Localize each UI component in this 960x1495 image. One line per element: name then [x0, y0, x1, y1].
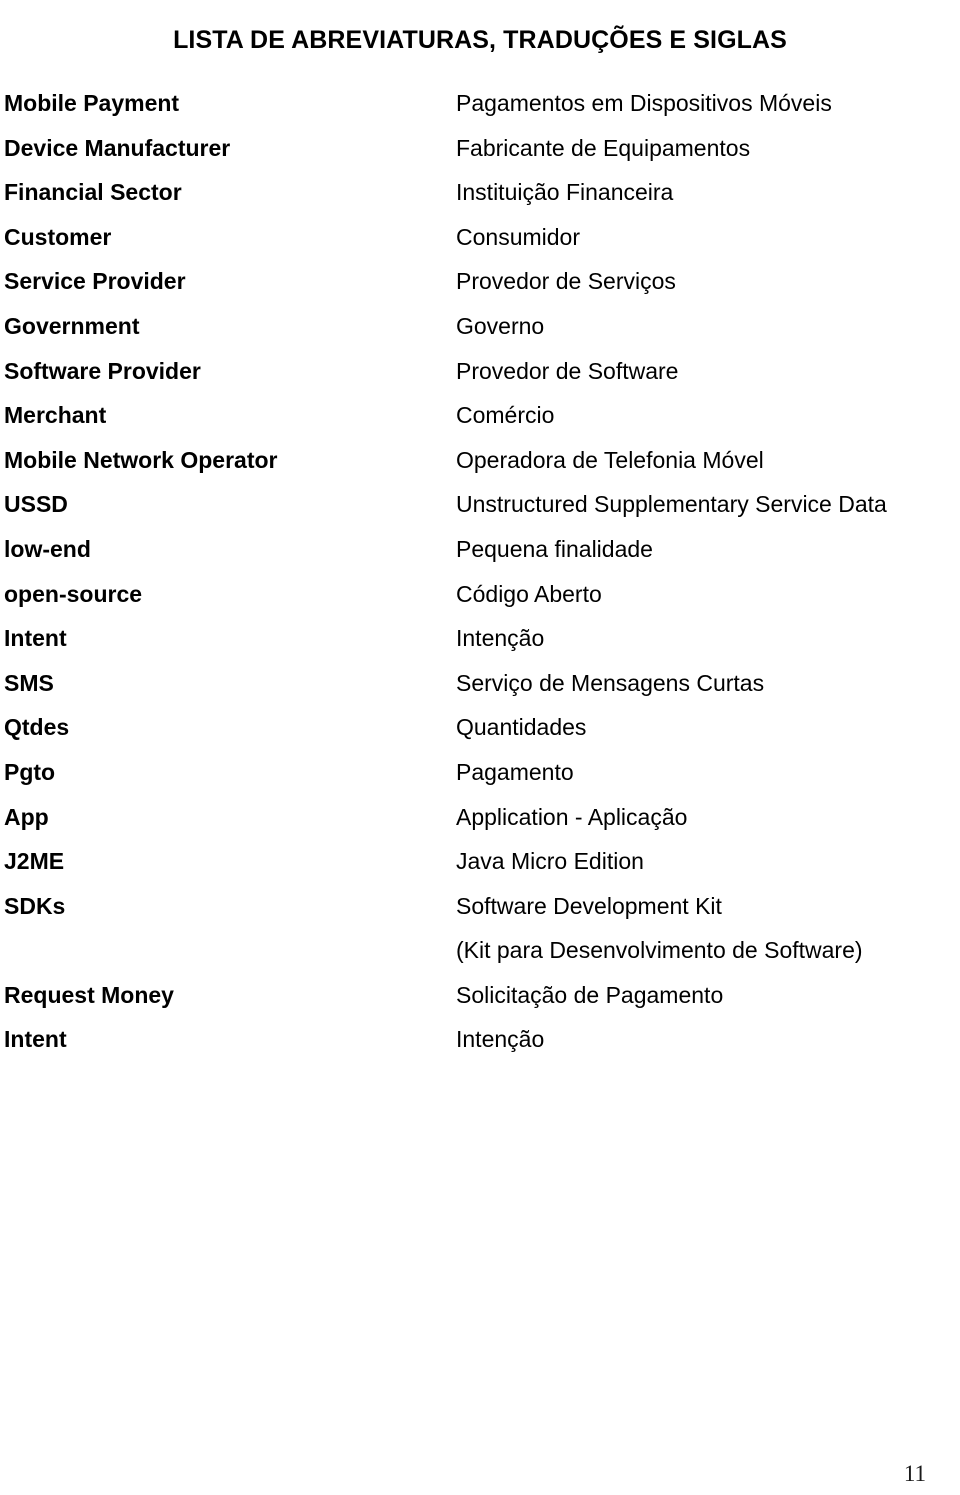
glossary-row: Intent Intenção [0, 1024, 960, 1069]
glossary-term: Government [4, 312, 140, 339]
glossary-row: Qtdes Quantidades [0, 712, 960, 757]
page-number: 11 [903, 1461, 926, 1486]
glossary-row: App Application - Aplicação [0, 802, 960, 847]
glossary-term: low-end [4, 535, 91, 562]
glossary-row: SMS Serviço de Mensagens Curtas [0, 668, 960, 713]
glossary-definition: Provedor de Software [456, 357, 679, 384]
glossary-term: Qtdes [4, 714, 70, 741]
glossary-definition: Solicitação de Pagamento [456, 981, 724, 1008]
glossary-definition: Instituição Financeira [456, 179, 674, 206]
glossary-row: Intent Intenção [0, 623, 960, 668]
glossary-row: Pgto Pagamento [0, 757, 960, 802]
glossary-row: Service Provider Provedor de Serviços [0, 266, 960, 311]
glossary-term: Intent [4, 625, 67, 652]
glossary-row: SDKs Software Development Kit [0, 891, 960, 936]
glossary-definition: Serviço de Mensagens Curtas [456, 669, 765, 696]
glossary-row: Request Money Solicitação de Pagamento [0, 980, 960, 1025]
glossary-term: Customer [4, 223, 112, 250]
glossary-definition: Unstructured Supplementary Service Data [456, 491, 887, 518]
glossary-term: SMS [4, 669, 54, 696]
glossary-row: (Kit para Desenvolvimento de Software) [0, 935, 960, 980]
glossary-definition: Pagamentos em Dispositivos Móveis [456, 90, 832, 116]
glossary-definition: Application - Aplicação [456, 803, 688, 830]
glossary-term: Mobile Network Operator [4, 446, 278, 473]
glossary-term: open-source [4, 580, 143, 607]
glossary-row: Device Manufacturer Fabricante de Equipam… [0, 133, 960, 178]
glossary-definition: Java Micro Edition [456, 848, 644, 875]
glossary-definition: Intenção [456, 1026, 545, 1053]
glossary-definition: Software Development Kit [456, 892, 722, 919]
glossary-term: Pgto [4, 758, 56, 785]
glossary-term: Software Provider [4, 357, 201, 384]
glossary-definition: Operadora de Telefonia Móvel [456, 446, 764, 473]
glossary-term: App [4, 803, 49, 830]
glossary-row: Mobile Payment Pagamentos em Dispositivos… [0, 88, 960, 133]
glossary-term: Request Money [4, 981, 174, 1008]
glossary-definition: Código Aberto [456, 580, 602, 607]
glossary-definition: Consumidor [456, 223, 580, 250]
glossary-term: USSD [4, 491, 68, 518]
glossary-term: SDKs [4, 892, 66, 919]
glossary-definition: Intenção [456, 625, 545, 652]
glossary-definition: Pagamento [456, 758, 574, 785]
glossary-term: Mobile Payment [4, 90, 180, 116]
glossary-definition: Governo [456, 312, 545, 339]
glossary-definition: Fabricante de Equipamentos [456, 134, 751, 161]
glossary-row: Software Provider Provedor de Software [0, 356, 960, 401]
glossary-row: Merchant Comércio [0, 400, 960, 445]
glossary-row: Customer Consumidor [0, 222, 960, 267]
glossary-list: Mobile Payment Pagamentos em Dispositivos… [0, 88, 960, 1069]
page-title: LISTA DE ABREVIATURAS, TRADUÇÕES E SIGLA… [173, 25, 787, 54]
glossary-row: J2ME Java Micro Edition [0, 846, 960, 891]
glossary-definition: (Kit para Desenvolvimento de Software) [456, 937, 863, 964]
glossary-term: Merchant [4, 402, 107, 429]
glossary-row: USSD Unstructured Supplementary Service D… [0, 489, 960, 534]
glossary-definition: Comércio [456, 402, 555, 429]
glossary-definition: Quantidades [456, 714, 587, 741]
glossary-term: J2ME [4, 848, 65, 875]
glossary-term: Device Manufacturer [4, 134, 231, 161]
document-page: LISTA DE ABREVIATURAS, TRADUÇÕES E SIGLA… [0, 0, 960, 1495]
glossary-definition: Pequena finalidade [456, 535, 653, 562]
glossary-row: low-end Pequena finalidade [0, 534, 960, 579]
glossary-term: Financial Sector [4, 179, 182, 206]
glossary-row: Financial Sector Instituição Financeira [0, 177, 960, 222]
glossary-definition: Provedor de Serviços [456, 268, 676, 295]
glossary-row: open-source Código Aberto [0, 579, 960, 624]
glossary-row: Government Governo [0, 311, 960, 356]
glossary-row: Mobile Network Operator Operadora de Tele… [0, 445, 960, 490]
glossary-term: Service Provider [4, 268, 186, 295]
glossary-term: Intent [4, 1026, 67, 1053]
